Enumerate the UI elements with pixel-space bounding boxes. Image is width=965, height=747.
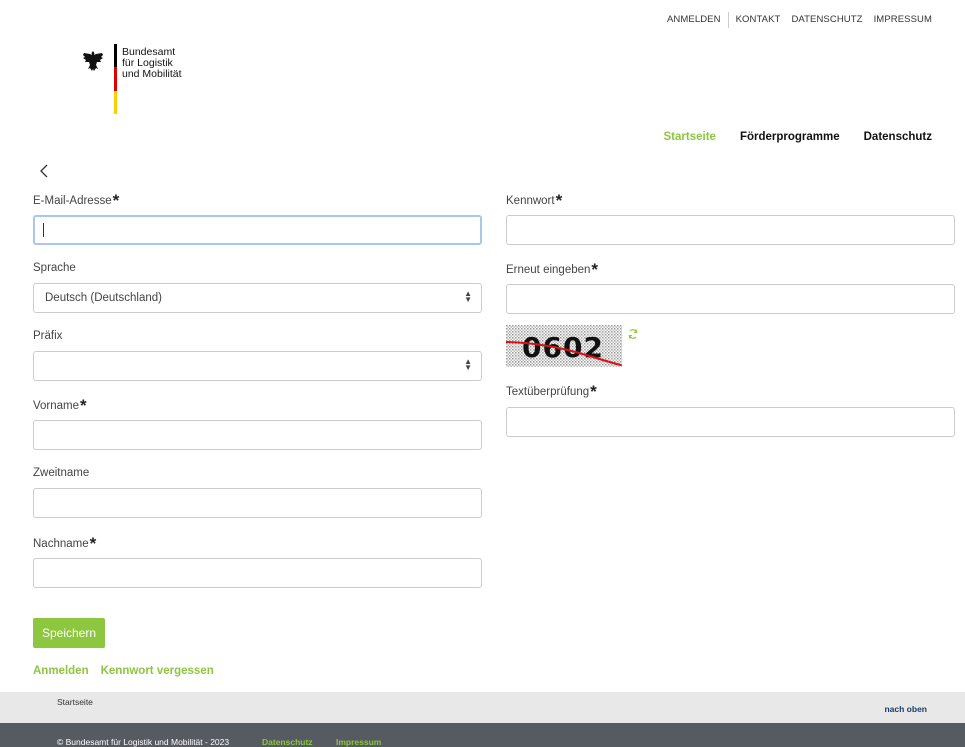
prefix-select[interactable]: ▲ ▼: [33, 351, 482, 381]
login-link[interactable]: Anmelden: [33, 665, 89, 677]
select-arrows-icon: ▲ ▼: [464, 357, 472, 372]
password-repeat-field[interactable]: [506, 284, 955, 314]
form-links: Anmelden Kennwort vergessen: [33, 665, 214, 677]
middlename-label: Zweitname: [33, 467, 90, 479]
forgot-password-link[interactable]: Kennwort vergessen: [101, 665, 214, 677]
email-field[interactable]: [33, 215, 482, 245]
language-select[interactable]: Deutsch (Deutschland) ▲ ▼: [33, 283, 482, 313]
language-label: Sprache: [33, 262, 76, 274]
footer-breadcrumb: Startseite nach oben: [0, 692, 965, 723]
lastname-field[interactable]: [33, 558, 482, 588]
captcha-image: 0602: [506, 325, 622, 367]
captcha-label: Textüberprüfung*: [506, 382, 597, 401]
privacy-link[interactable]: DATENSCHUTZ: [787, 14, 866, 28]
imprint-link[interactable]: IMPRESSUM: [867, 14, 932, 28]
select-arrows-icon: ▲ ▼: [464, 289, 472, 304]
footer-home-link[interactable]: Startseite: [57, 697, 93, 707]
nav-home[interactable]: Startseite: [664, 131, 716, 143]
password-label: Kennwort*: [506, 191, 563, 210]
logo-text: Bundesamt für Logistik und Mobilität: [122, 46, 182, 80]
save-button[interactable]: Speichern: [33, 618, 105, 648]
firstname-field[interactable]: [33, 420, 482, 450]
footer-imprint-link[interactable]: Impressum: [336, 737, 381, 747]
password-field[interactable]: [506, 215, 955, 245]
nav-funding[interactable]: Förderprogramme: [740, 131, 840, 143]
chevron-left-icon[interactable]: [39, 164, 49, 183]
lastname-label: Nachname*: [33, 534, 97, 553]
contact-link[interactable]: KONTAKT: [729, 14, 788, 28]
footer-privacy-link[interactable]: Datenschutz: [262, 737, 313, 747]
utility-nav: ANMELDEN KONTAKT DATENSCHUTZ IMPRESSUM: [660, 12, 932, 28]
captcha-field[interactable]: [506, 407, 955, 437]
nav-privacy[interactable]: Datenschutz: [864, 131, 932, 143]
prefix-label: Präfix: [33, 330, 63, 342]
copyright-text: © Bundesamt für Logistik und Mobilität -…: [57, 737, 230, 747]
email-label: E-Mail-Adresse*: [33, 191, 120, 210]
logo[interactable]: Bundesamt für Logistik und Mobilität: [82, 44, 182, 114]
password-repeat-label: Erneut eingeben*: [506, 260, 599, 279]
eagle-icon: [83, 51, 103, 71]
firstname-label: Vorname*: [33, 396, 87, 415]
middlename-field[interactable]: [33, 488, 482, 518]
back-to-top-link[interactable]: nach oben: [884, 704, 927, 714]
footer-bar: © Bundesamt für Logistik und Mobilität -…: [0, 723, 965, 747]
main-nav: Startseite Förderprogramme Datenschutz: [664, 131, 932, 143]
captcha-text: 0602: [522, 331, 604, 364]
login-link[interactable]: ANMELDEN: [660, 14, 728, 28]
flag-bar: [114, 44, 117, 114]
language-value: Deutsch (Deutschland): [45, 292, 162, 304]
refresh-icon[interactable]: [627, 328, 639, 343]
